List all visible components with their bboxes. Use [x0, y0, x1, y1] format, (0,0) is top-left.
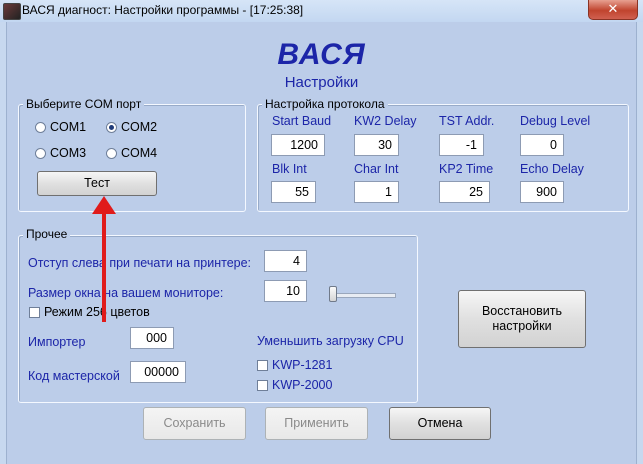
- annotation-arrow-head: [92, 196, 116, 214]
- annotation-arrow: [92, 196, 116, 322]
- settings-window: ВАСЯ диагност: Настройки программы - [17…: [0, 0, 643, 464]
